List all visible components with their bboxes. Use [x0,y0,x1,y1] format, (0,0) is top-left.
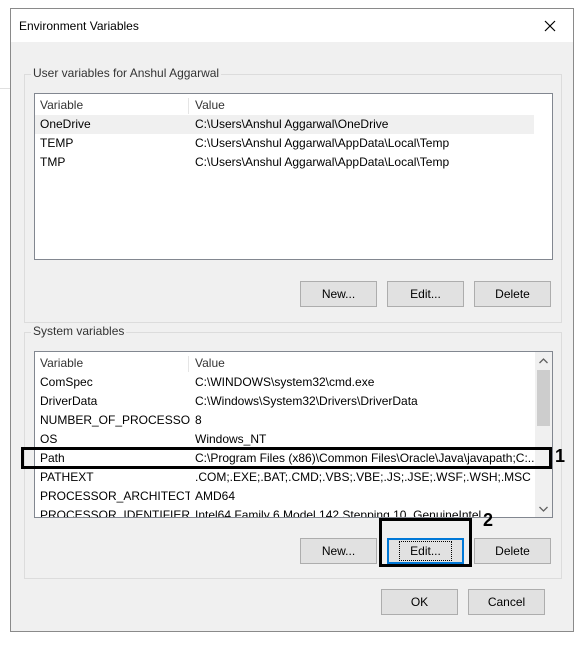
list-item[interactable]: TEMP C:\Users\Anshul Aggarwal\AppData\Lo… [35,134,534,153]
system-delete-button[interactable]: Delete [474,538,551,564]
list-item[interactable]: PROCESSOR_ARCHITECTU... AMD64 [35,487,535,506]
column-header-variable[interactable]: Variable [40,354,190,373]
list-item[interactable]: PATHEXT .COM;.EXE;.BAT;.CMD;.VBS;.VBE;.J… [35,468,535,487]
user-variables-title: User variables for Anshul Aggarwal [31,66,222,80]
column-header-variable[interactable]: Variable [40,96,190,115]
column-header-value[interactable]: Value [195,96,225,115]
close-icon [544,20,556,31]
list-item[interactable]: TMP C:\Users\Anshul Aggarwal\AppData\Loc… [35,153,534,172]
user-variables-list[interactable]: Variable Value OneDrive C:\Users\Anshul … [34,93,553,260]
cancel-button[interactable]: Cancel [468,589,545,615]
scroll-down-button[interactable] [535,500,552,517]
ok-button[interactable]: OK [381,589,458,615]
user-delete-button[interactable]: Delete [474,281,551,307]
path-highlight-box [21,447,552,469]
system-variables-list[interactable]: Variable Value ComSpec C:\WINDOWS\system… [34,351,553,518]
background-window [0,88,10,89]
edit-highlight-box [379,518,472,567]
list-item[interactable]: OneDrive C:\Users\Anshul Aggarwal\OneDri… [35,115,534,134]
chevron-down-icon [539,506,548,512]
list-header: Variable Value [35,96,552,115]
list-header: Variable Value [35,354,535,373]
user-new-button[interactable]: New... [300,281,377,307]
window-title: Environment Variables [19,19,139,33]
user-edit-button[interactable]: Edit... [387,281,464,307]
list-item[interactable]: ComSpec C:\WINDOWS\system32\cmd.exe [35,373,535,392]
annotation-number-1: 1 [555,446,566,466]
column-header-value[interactable]: Value [195,354,225,373]
close-button[interactable] [527,9,573,42]
system-variables-title: System variables [31,324,127,338]
chevron-up-icon [539,357,548,363]
list-item[interactable]: PROCESSOR_IDENTIFIER Intel64 Family 6 Mo… [35,506,535,517]
list-item[interactable]: DriverData C:\Windows\System32\Drivers\D… [35,392,535,411]
list-item[interactable]: NUMBER_OF_PROCESSORS 8 [35,411,535,430]
annotation-number-2: 2 [483,510,494,530]
user-variables-group: User variables for Anshul Aggarwal Varia… [24,66,562,323]
scroll-up-button[interactable] [535,352,552,369]
vertical-scrollbar[interactable] [535,352,552,517]
title-bar: Environment Variables [11,9,573,42]
system-new-button[interactable]: New... [300,538,377,564]
environment-variables-dialog: Environment Variables User variables for… [10,8,574,632]
scrollbar-thumb[interactable] [537,370,550,426]
